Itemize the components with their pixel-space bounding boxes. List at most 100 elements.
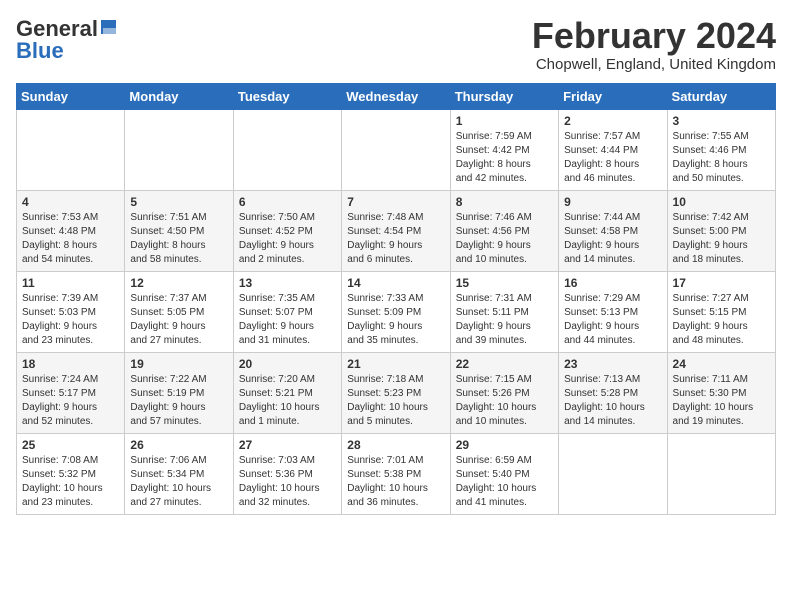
day-info: Sunrise: 7:15 AM Sunset: 5:26 PM Dayligh… xyxy=(456,373,553,429)
calendar-cell: 4 Sunrise: 7:53 AM Sunset: 4:48 PM Daylig… xyxy=(17,190,125,271)
day-info: Sunrise: 7:06 AM Sunset: 5:34 PM Dayligh… xyxy=(130,454,227,510)
day-number: 4 xyxy=(22,195,119,209)
calendar-table: SundayMondayTuesdayWednesdayThursdayFrid… xyxy=(16,83,776,515)
calendar-cell: 26 Sunrise: 7:06 AM Sunset: 5:34 PM Dayli… xyxy=(125,433,233,514)
day-info: Sunrise: 7:22 AM Sunset: 5:19 PM Dayligh… xyxy=(130,373,227,429)
calendar-cell: 9 Sunrise: 7:44 AM Sunset: 4:58 PM Daylig… xyxy=(559,190,667,271)
day-info: Sunrise: 7:27 AM Sunset: 5:15 PM Dayligh… xyxy=(673,292,770,348)
calendar-week-row: 25 Sunrise: 7:08 AM Sunset: 5:32 PM Dayli… xyxy=(17,433,776,514)
header-cell-friday: Friday xyxy=(559,83,667,109)
calendar-cell: 16Sunrise: 7:29 AM Sunset: 5:13 PM Dayli… xyxy=(559,271,667,352)
day-number: 25 xyxy=(22,438,119,452)
day-info: Sunrise: 7:35 AM Sunset: 5:07 PM Dayligh… xyxy=(239,292,336,348)
calendar-cell: 23 Sunrise: 7:13 AM Sunset: 5:28 PM Dayli… xyxy=(559,352,667,433)
calendar-cell: 19Sunrise: 7:22 AM Sunset: 5:19 PM Dayli… xyxy=(125,352,233,433)
day-number: 20 xyxy=(239,357,336,371)
day-number: 10 xyxy=(673,195,770,209)
day-info: Sunrise: 7:08 AM Sunset: 5:32 PM Dayligh… xyxy=(22,454,119,510)
calendar-cell: 2 Sunrise: 7:57 AM Sunset: 4:44 PM Daylig… xyxy=(559,109,667,190)
calendar-cell: 1Sunrise: 7:59 AM Sunset: 4:42 PM Daylig… xyxy=(450,109,558,190)
calendar-cell xyxy=(17,109,125,190)
calendar-cell xyxy=(125,109,233,190)
calendar-cell: 15 Sunrise: 7:31 AM Sunset: 5:11 PM Dayli… xyxy=(450,271,558,352)
calendar-cell: 10 Sunrise: 7:42 AM Sunset: 5:00 PM Dayli… xyxy=(667,190,775,271)
day-info: Sunrise: 7:01 AM Sunset: 5:38 PM Dayligh… xyxy=(347,454,444,510)
location-title: Chopwell, England, United Kingdom xyxy=(532,56,776,73)
header-cell-thursday: Thursday xyxy=(450,83,558,109)
calendar-cell: 8 Sunrise: 7:46 AM Sunset: 4:56 PM Daylig… xyxy=(450,190,558,271)
day-number: 8 xyxy=(456,195,553,209)
calendar-cell: 5Sunrise: 7:51 AM Sunset: 4:50 PM Daylig… xyxy=(125,190,233,271)
calendar-cell: 14 Sunrise: 7:33 AM Sunset: 5:09 PM Dayli… xyxy=(342,271,450,352)
day-info: Sunrise: 7:20 AM Sunset: 5:21 PM Dayligh… xyxy=(239,373,336,429)
day-number: 7 xyxy=(347,195,444,209)
calendar-cell xyxy=(342,109,450,190)
day-info: Sunrise: 7:59 AM Sunset: 4:42 PM Dayligh… xyxy=(456,130,553,186)
calendar-cell xyxy=(233,109,341,190)
day-info: Sunrise: 7:42 AM Sunset: 5:00 PM Dayligh… xyxy=(673,211,770,267)
day-info: Sunrise: 7:31 AM Sunset: 5:11 PM Dayligh… xyxy=(456,292,553,348)
calendar-cell xyxy=(667,433,775,514)
day-info: Sunrise: 7:24 AM Sunset: 5:17 PM Dayligh… xyxy=(22,373,119,429)
day-number: 12 xyxy=(130,276,227,290)
header-cell-monday: Monday xyxy=(125,83,233,109)
calendar-header-row: SundayMondayTuesdayWednesdayThursdayFrid… xyxy=(17,83,776,109)
day-info: Sunrise: 7:11 AM Sunset: 5:30 PM Dayligh… xyxy=(673,373,770,429)
day-info: Sunrise: 7:18 AM Sunset: 5:23 PM Dayligh… xyxy=(347,373,444,429)
day-number: 3 xyxy=(673,114,770,128)
calendar-week-row: 1Sunrise: 7:59 AM Sunset: 4:42 PM Daylig… xyxy=(17,109,776,190)
day-info: Sunrise: 7:39 AM Sunset: 5:03 PM Dayligh… xyxy=(22,292,119,348)
calendar-cell: 22 Sunrise: 7:15 AM Sunset: 5:26 PM Dayli… xyxy=(450,352,558,433)
calendar-cell: 28 Sunrise: 7:01 AM Sunset: 5:38 PM Dayli… xyxy=(342,433,450,514)
day-number: 23 xyxy=(564,357,661,371)
logo: General Blue xyxy=(16,16,118,64)
day-number: 28 xyxy=(347,438,444,452)
day-number: 9 xyxy=(564,195,661,209)
day-info: Sunrise: 7:33 AM Sunset: 5:09 PM Dayligh… xyxy=(347,292,444,348)
day-info: Sunrise: 7:29 AM Sunset: 5:13 PM Dayligh… xyxy=(564,292,661,348)
calendar-body: 1Sunrise: 7:59 AM Sunset: 4:42 PM Daylig… xyxy=(17,109,776,514)
day-number: 11 xyxy=(22,276,119,290)
day-number: 6 xyxy=(239,195,336,209)
day-info: Sunrise: 7:44 AM Sunset: 4:58 PM Dayligh… xyxy=(564,211,661,267)
day-number: 24 xyxy=(673,357,770,371)
calendar-week-row: 4 Sunrise: 7:53 AM Sunset: 4:48 PM Daylig… xyxy=(17,190,776,271)
calendar-cell: 27 Sunrise: 7:03 AM Sunset: 5:36 PM Dayli… xyxy=(233,433,341,514)
day-number: 21 xyxy=(347,357,444,371)
calendar-cell: 21 Sunrise: 7:18 AM Sunset: 5:23 PM Dayli… xyxy=(342,352,450,433)
day-info: Sunrise: 7:57 AM Sunset: 4:44 PM Dayligh… xyxy=(564,130,661,186)
header-cell-saturday: Saturday xyxy=(667,83,775,109)
calendar-cell: 18 Sunrise: 7:24 AM Sunset: 5:17 PM Dayli… xyxy=(17,352,125,433)
day-number: 18 xyxy=(22,357,119,371)
title-area: February 2024 Chopwell, England, United … xyxy=(532,16,776,73)
calendar-cell: 11 Sunrise: 7:39 AM Sunset: 5:03 PM Dayli… xyxy=(17,271,125,352)
day-info: Sunrise: 6:59 AM Sunset: 5:40 PM Dayligh… xyxy=(456,454,553,510)
calendar-cell: 25 Sunrise: 7:08 AM Sunset: 5:32 PM Dayli… xyxy=(17,433,125,514)
day-number: 26 xyxy=(130,438,227,452)
calendar-cell: 7Sunrise: 7:48 AM Sunset: 4:54 PM Daylig… xyxy=(342,190,450,271)
calendar-cell: 6Sunrise: 7:50 AM Sunset: 4:52 PM Daylig… xyxy=(233,190,341,271)
calendar-cell: 17Sunrise: 7:27 AM Sunset: 5:15 PM Dayli… xyxy=(667,271,775,352)
day-info: Sunrise: 7:37 AM Sunset: 5:05 PM Dayligh… xyxy=(130,292,227,348)
day-number: 14 xyxy=(347,276,444,290)
day-info: Sunrise: 7:51 AM Sunset: 4:50 PM Dayligh… xyxy=(130,211,227,267)
calendar-cell: 20 Sunrise: 7:20 AM Sunset: 5:21 PM Dayli… xyxy=(233,352,341,433)
day-info: Sunrise: 7:03 AM Sunset: 5:36 PM Dayligh… xyxy=(239,454,336,510)
day-number: 27 xyxy=(239,438,336,452)
header-cell-sunday: Sunday xyxy=(17,83,125,109)
logo-flag-icon xyxy=(100,18,118,36)
day-number: 2 xyxy=(564,114,661,128)
month-title: February 2024 xyxy=(532,16,776,56)
header-cell-wednesday: Wednesday xyxy=(342,83,450,109)
day-info: Sunrise: 7:46 AM Sunset: 4:56 PM Dayligh… xyxy=(456,211,553,267)
logo-blue-text: Blue xyxy=(16,38,64,64)
header: General Blue February 2024 Chopwell, Eng… xyxy=(16,16,776,73)
calendar-cell: 29Sunrise: 6:59 AM Sunset: 5:40 PM Dayli… xyxy=(450,433,558,514)
day-number: 13 xyxy=(239,276,336,290)
day-number: 22 xyxy=(456,357,553,371)
day-number: 15 xyxy=(456,276,553,290)
calendar-cell: 24 Sunrise: 7:11 AM Sunset: 5:30 PM Dayli… xyxy=(667,352,775,433)
day-info: Sunrise: 7:53 AM Sunset: 4:48 PM Dayligh… xyxy=(22,211,119,267)
header-cell-tuesday: Tuesday xyxy=(233,83,341,109)
day-info: Sunrise: 7:13 AM Sunset: 5:28 PM Dayligh… xyxy=(564,373,661,429)
